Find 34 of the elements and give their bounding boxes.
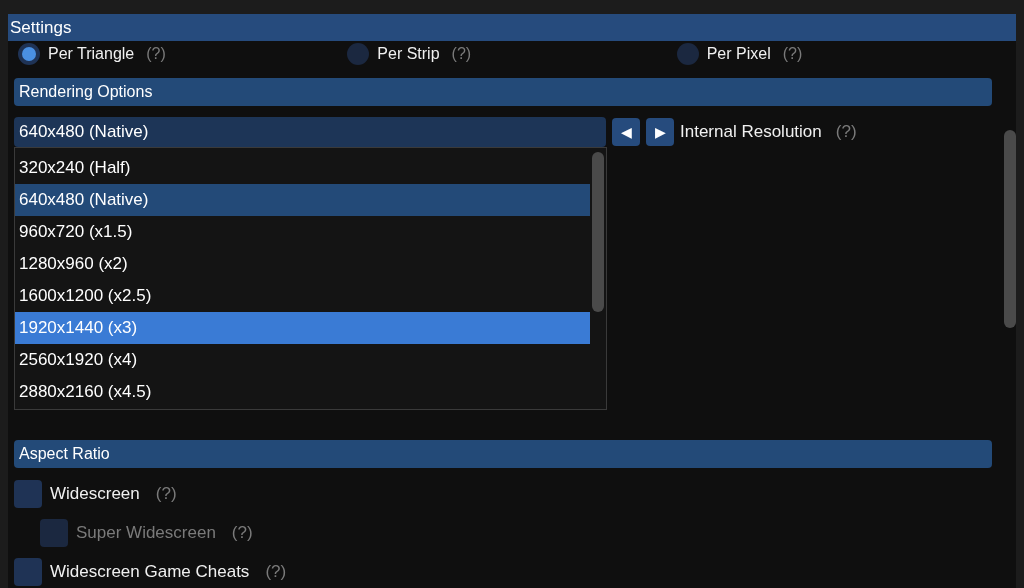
dropdown-option[interactable]: 2560x1920 (x4) xyxy=(15,344,590,376)
dropdown-option[interactable]: 2880x2160 (x4.5) xyxy=(15,376,590,408)
radio-button[interactable] xyxy=(676,43,699,65)
dropdown-option[interactable]: 640x480 (Native) xyxy=(15,184,590,216)
radio-label: Per Triangle xyxy=(48,44,135,64)
help-marker[interactable]: (?) xyxy=(265,558,287,585)
checkbox[interactable] xyxy=(14,557,42,586)
help-marker[interactable]: (?) xyxy=(782,42,803,66)
dropdown-option[interactable]: 1920x1440 (x3) xyxy=(15,312,590,344)
window-title: Settings xyxy=(10,16,72,39)
dropdown-option[interactable]: 1600x1200 (x2.5) xyxy=(15,280,590,312)
radio-label: Per Pixel xyxy=(706,44,771,64)
checkbox-label: Widescreen xyxy=(50,482,140,505)
dropdown-option[interactable]: 1280x960 (x2) xyxy=(15,248,590,280)
dropdown-option[interactable]: 320x240 (Half) xyxy=(15,152,590,184)
section-header: Aspect Ratio xyxy=(14,440,992,468)
help-marker[interactable]: (?) xyxy=(835,119,857,145)
help-marker[interactable]: (?) xyxy=(451,42,472,66)
scrollbar-thumb[interactable] xyxy=(1004,130,1016,328)
dropdown-option[interactable]: 960x720 (x1.5) xyxy=(15,216,590,248)
scrollbar-thumb[interactable] xyxy=(592,152,604,312)
help-marker[interactable]: (?) xyxy=(146,42,166,66)
help-marker[interactable]: (?) xyxy=(155,480,177,507)
previous-button[interactable]: ◀ xyxy=(612,118,640,146)
radio-label: Per Strip xyxy=(377,44,440,64)
radio-button[interactable] xyxy=(347,43,370,65)
checkbox-label: Widescreen Game Cheats xyxy=(50,560,250,583)
radio-button[interactable] xyxy=(18,43,40,65)
field-label: Internal Resolution xyxy=(680,121,822,144)
section-header: Rendering Options xyxy=(14,78,992,106)
checkbox[interactable] xyxy=(14,479,42,508)
resolution-dropdown[interactable]: 640x480 (Native) xyxy=(14,117,606,147)
next-button[interactable]: ▶ xyxy=(646,118,674,146)
checkbox-label: Super Widescreen xyxy=(76,521,216,544)
